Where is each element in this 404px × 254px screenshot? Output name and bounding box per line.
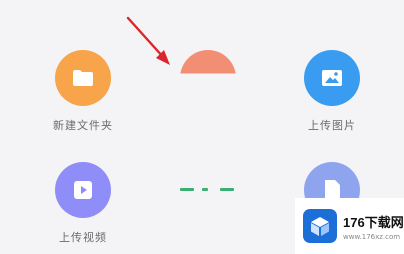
folder-icon — [73, 70, 93, 86]
watermark-title: 176下载网 — [343, 214, 404, 230]
cube-logo-icon — [303, 209, 337, 243]
folder-icon-circle — [55, 50, 111, 106]
obscured-action-button-2[interactable] — [180, 188, 238, 194]
upload-video-label: 上传视频 — [59, 231, 107, 244]
obscured-action-button[interactable] — [180, 50, 236, 106]
upload-video-button[interactable]: 上传视频 — [38, 162, 128, 245]
upload-image-button[interactable]: 上传图片 — [287, 50, 377, 133]
image-icon-circle — [304, 50, 360, 106]
play-icon-circle — [55, 162, 111, 218]
new-folder-label: 新建文件夹 — [53, 119, 113, 132]
upload-image-label: 上传图片 — [308, 119, 356, 132]
image-icon — [322, 70, 342, 86]
watermark-badge: 176下载网 www.176xz.com — [295, 198, 404, 254]
play-icon — [74, 181, 92, 199]
new-folder-button[interactable]: 新建文件夹 — [38, 50, 128, 133]
watermark-subtitle: www.176xz.com — [343, 232, 401, 241]
